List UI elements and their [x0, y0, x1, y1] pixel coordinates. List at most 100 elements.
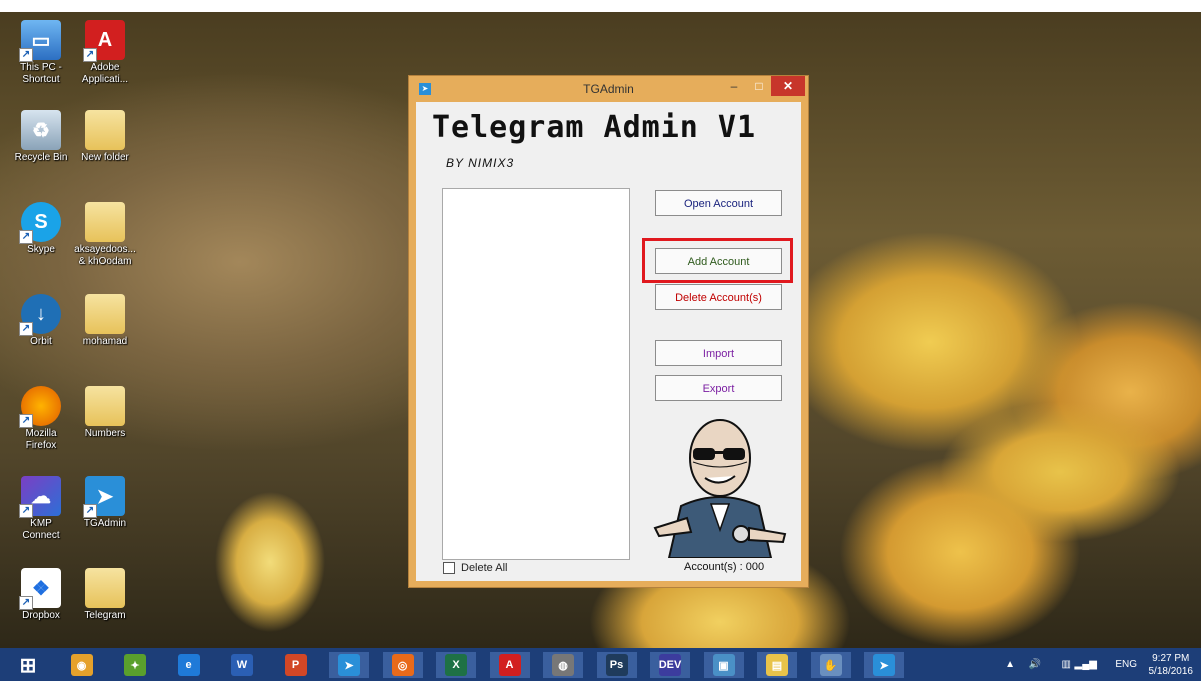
network-icon: ✦ — [124, 654, 146, 676]
excel-icon: X — [445, 654, 467, 676]
minimize-button[interactable]: – — [721, 76, 747, 96]
mascot-sticker-icon — [653, 419, 787, 558]
top-strip — [0, 0, 1201, 12]
photos-icon: ▣ — [712, 654, 735, 676]
desktop-icon-label: Numbers — [84, 428, 126, 439]
explorer-icon: ▤ — [766, 654, 788, 676]
taskbar-button-start[interactable]: ⊞ — [8, 652, 48, 678]
window-titlebar[interactable]: ➤ TGAdmin – □ ✕ — [409, 76, 808, 102]
desktop-icon-label: KMP Connect — [22, 518, 60, 541]
desktop-icon-numbers[interactable]: Numbers — [74, 386, 136, 440]
adobe-icon: A — [83, 20, 125, 62]
firefox-icon: ◎ — [391, 654, 414, 676]
media-icon: ◍ — [552, 654, 574, 676]
word-icon: W — [231, 654, 253, 676]
desktop-icon-aksayedoos[interactable]: aksayedoos... & khOodam — [74, 202, 136, 268]
signal-icon[interactable]: ▂▄▆ — [1075, 659, 1097, 670]
dev-icon: DEV — [659, 654, 681, 676]
desktop-icon-label: New folder — [81, 152, 129, 163]
window-client-area: Telegram Admin V1 BY NIMIX3 Open Account… — [416, 102, 801, 581]
orbit-icon: ↓ — [19, 294, 61, 336]
network-tray-icon[interactable]: ▥ — [1062, 659, 1071, 670]
desktop-icon-dropbox[interactable]: ❖ Dropbox — [10, 568, 72, 622]
clock-time: 9:27 PM — [1152, 653, 1190, 664]
desktop-icon-new-folder[interactable]: New folder — [74, 110, 136, 164]
delete-all-label: Delete All — [461, 562, 508, 574]
desktop-icon-label: TGAdmin — [83, 518, 127, 529]
open-account-button[interactable]: Open Account — [655, 190, 782, 216]
taskbar-button-excel[interactable]: X — [436, 652, 476, 678]
delete-accounts-button[interactable]: Delete Account(s) — [655, 284, 782, 310]
taskbar-button-word[interactable]: W — [222, 652, 262, 678]
taskbar-button-dev[interactable]: DEV — [650, 652, 690, 678]
taskbar-button-tgadmin[interactable]: ➤ — [864, 652, 904, 678]
desktop-icon-orbit[interactable]: ↓ Orbit — [10, 294, 72, 348]
highlight-box — [642, 238, 793, 283]
taskbar-button-powerpoint[interactable]: P — [276, 652, 316, 678]
desktop-icon-label: Adobe Applicati... — [81, 62, 129, 85]
edge-icon: e — [177, 654, 200, 676]
taskbar-button-chrome[interactable]: ◉ — [62, 652, 102, 678]
close-button[interactable]: ✕ — [771, 76, 805, 96]
folder-icon — [85, 568, 125, 608]
folder-icon — [85, 110, 125, 150]
desktop-icon-mohamad[interactable]: mohamad — [74, 294, 136, 348]
desktop-icon-label: Telegram — [84, 610, 126, 621]
desktop-icon-label: Recycle Bin — [14, 152, 68, 163]
desktop-icon-label: Mozilla Firefox — [25, 428, 57, 451]
taskbar-button-telegram[interactable]: ➤ — [329, 652, 369, 678]
tgadmin-window[interactable]: ➤ TGAdmin – □ ✕ Telegram Admin V1 BY NIM… — [408, 75, 809, 588]
accounts-list[interactable] — [442, 188, 630, 560]
language-indicator[interactable]: ENG — [1115, 659, 1137, 670]
taskbar-button-firefox[interactable]: ◎ — [382, 652, 423, 678]
folder-icon — [85, 202, 125, 242]
dropbox-icon: ❖ — [19, 568, 61, 610]
desktop-icon-kmp-connect[interactable]: ☁ KMP Connect — [10, 476, 72, 542]
taskbar-button-photoshop[interactable]: Ps — [596, 652, 637, 678]
desktop-icon-skype[interactable]: S Skype — [10, 202, 72, 256]
computer-icon: ▭ — [19, 20, 61, 62]
taskbar-button-edge[interactable]: e — [169, 652, 209, 678]
desktop-icon-label: Orbit — [30, 336, 52, 347]
telegram-icon: ➤ — [83, 476, 125, 518]
taskbar: ⊞ ◉ ✦ e W P ➤ ◎ X A ◍ Ps DEV ▣ ▤ ✋ ➤ ▲ 🔊 ▥ ▂▄▆ ENG 9:27 … — [0, 648, 1201, 681]
maximize-button[interactable]: □ — [747, 76, 771, 96]
photoshop-icon: Ps — [605, 654, 628, 676]
export-button[interactable]: Export — [655, 375, 782, 401]
recycle-bin-icon: ♻ — [21, 110, 61, 150]
taskbar-button-hand[interactable]: ✋ — [810, 652, 851, 678]
desktop-icon-this-pc[interactable]: ▭ This PC - Shortcut — [10, 20, 72, 86]
kmp-icon: ☁ — [19, 476, 61, 518]
desktop-icon-telegram-folder[interactable]: Telegram — [74, 568, 136, 622]
taskbar-button-network[interactable]: ✦ — [115, 652, 155, 678]
acrobat-icon: A — [498, 654, 521, 676]
volume-icon[interactable]: 🔊 — [1029, 659, 1041, 670]
desktop-icon-tgadmin[interactable]: ➤ TGAdmin — [74, 476, 136, 530]
account-count: Account(s) : 000 — [684, 561, 765, 573]
app-byline: BY NIMIX3 — [446, 156, 515, 170]
skype-icon: S — [19, 202, 61, 244]
firefox-icon — [19, 386, 61, 428]
taskbar-button-acrobat[interactable]: A — [489, 652, 530, 678]
desktop-icon-adobe[interactable]: A Adobe Applicati... — [74, 20, 136, 86]
import-button[interactable]: Import — [655, 340, 782, 366]
taskbar-button-explorer[interactable]: ▤ — [757, 652, 797, 678]
delete-all-checkbox[interactable]: Delete All — [443, 562, 507, 574]
tgadmin-icon: ➤ — [873, 654, 895, 676]
clock[interactable]: 9:27 PM 5/18/2016 — [1149, 652, 1194, 678]
folder-icon — [85, 294, 125, 334]
desktop-icon-firefox[interactable]: Mozilla Firefox — [10, 386, 72, 452]
clock-date: 5/18/2016 — [1148, 666, 1194, 677]
desktop-icon-label: Skype — [27, 244, 55, 255]
checkbox-box[interactable] — [443, 562, 455, 574]
taskbar-button-media[interactable]: ◍ — [543, 652, 583, 678]
powerpoint-icon: P — [284, 654, 307, 676]
desktop-icon-label: Dropbox — [22, 610, 60, 621]
desktop-icon-recycle-bin[interactable]: ♻ Recycle Bin — [10, 110, 72, 164]
taskbar-button-photos[interactable]: ▣ — [703, 652, 744, 678]
app-title: Telegram Admin V1 — [432, 110, 757, 145]
start-icon: ⊞ — [19, 654, 37, 677]
telegram-icon: ➤ — [338, 654, 360, 676]
tray-chevron-icon[interactable]: ▲ — [1005, 659, 1015, 670]
desktop-icon-label: aksayedoos... & khOodam — [74, 244, 136, 267]
